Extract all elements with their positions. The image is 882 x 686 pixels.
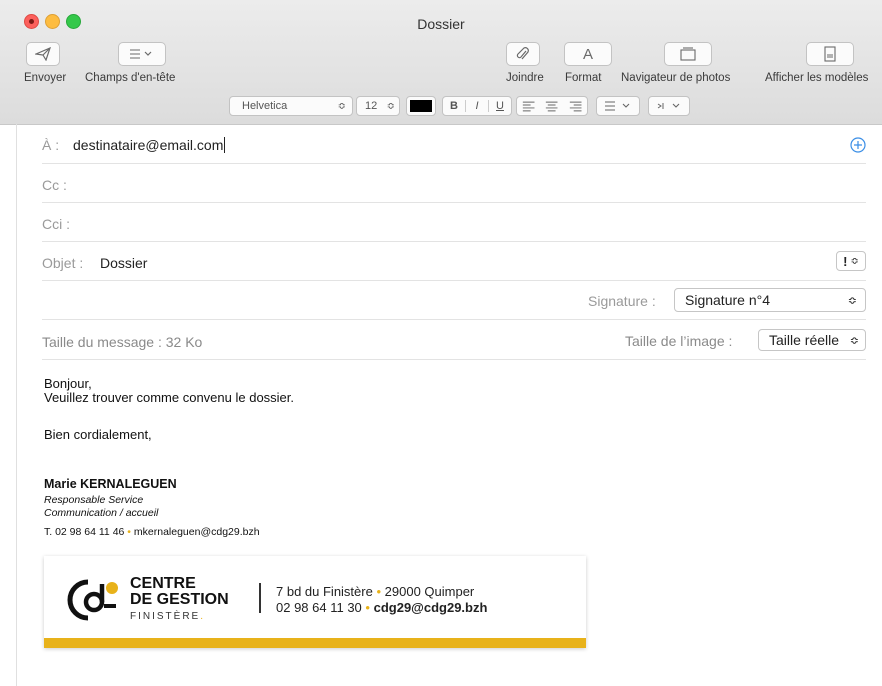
color-swatch — [410, 100, 432, 112]
photo-browser-label: Navigateur de photos — [621, 72, 731, 84]
font-size-select[interactable]: 12 ≎ — [356, 96, 400, 116]
message-size-label: Taille du message : 32 Ko — [42, 334, 203, 350]
body-line: Veuillez trouver comme convenu le dossie… — [44, 390, 295, 405]
cdg-logo-icon — [67, 579, 118, 621]
underline-button[interactable]: U — [488, 100, 511, 112]
alignment-group — [516, 96, 588, 116]
signature-row: Signature : Signature n°4 ≎ — [42, 281, 866, 320]
indent-select[interactable] — [648, 96, 690, 116]
signature-phone: T. 02 98 64 11 46 — [44, 526, 125, 538]
add-contact-icon[interactable] — [850, 137, 866, 153]
format-button[interactable]: A — [564, 42, 612, 66]
bullet-separator: • — [376, 584, 382, 599]
indent-icon — [657, 103, 680, 109]
signature-value: Signature n°4 — [685, 292, 770, 308]
subject-row: Objet : Dossier ! ≎ — [42, 242, 866, 281]
template-icon — [824, 46, 836, 62]
updown-icon: ≎ — [386, 100, 395, 112]
cc-field[interactable] — [82, 172, 866, 194]
signature-email[interactable]: mkernaleguen@cdg29.bzh — [134, 526, 260, 538]
cc-row: Cc : — [42, 164, 866, 203]
priority-value: ! — [843, 253, 848, 269]
signature-role-2: Communication / accueil — [44, 507, 159, 519]
bold-button[interactable]: B — [443, 100, 465, 112]
address-city: 29000 Quimper — [384, 584, 475, 599]
banner-divider — [259, 583, 261, 613]
banner-address: 7 bd du Finistère • 29000 Quimper — [276, 584, 474, 599]
format-a-icon: A — [582, 45, 593, 63]
signature-name: Marie KERNALEGUEN — [44, 477, 177, 491]
image-size-label: Taille de l’image : — [625, 333, 733, 349]
paperclip-icon — [516, 47, 529, 60]
attach-label: Joindre — [506, 72, 544, 84]
format-label: Format — [565, 72, 602, 84]
updown-icon: ≎ — [849, 334, 859, 347]
priority-select[interactable]: ! ≎ — [836, 251, 866, 271]
list-style-select[interactable] — [596, 96, 640, 116]
to-row: À : destinataire@email.com — [42, 125, 866, 164]
templates-label: Afficher les modèles — [765, 72, 869, 84]
updown-icon: ≎ — [337, 100, 346, 112]
send-button[interactable] — [26, 42, 60, 66]
attach-button[interactable] — [506, 42, 540, 66]
org-name-line1: CENTRE — [130, 575, 196, 592]
window-title: Dossier — [417, 16, 465, 32]
closing-line: Bien cordialement, — [44, 427, 152, 442]
list-chevron-icon — [130, 49, 152, 59]
bcc-field[interactable] — [82, 211, 866, 233]
greeting-line: Bonjour, — [44, 376, 92, 391]
align-left-icon[interactable] — [517, 100, 540, 112]
font-family-value: Helvetica — [242, 100, 288, 112]
header-fields-label: Champs d'en-tête — [85, 72, 176, 84]
send-label: Envoyer — [24, 72, 67, 84]
font-size-value: 12 — [365, 100, 378, 112]
banner-contact: 02 98 64 11 30 • cdg29@cdg29.bzh — [276, 600, 487, 615]
to-field[interactable]: destinataire@email.com — [73, 137, 226, 153]
org-region: FINISTÈRE — [130, 611, 201, 622]
list-icon — [605, 101, 630, 111]
banner-phone: 02 98 64 11 30 — [276, 600, 362, 615]
subject-field[interactable]: Dossier — [100, 255, 147, 271]
signature-role-1: Responsable Service — [44, 494, 144, 506]
banner-email[interactable]: cdg29@cdg29.bzh — [374, 600, 488, 615]
photo-browser-icon — [680, 47, 696, 61]
image-size-value: Taille réelle — [769, 332, 840, 348]
org-name-line2: DE GESTION — [130, 591, 229, 608]
align-center-icon[interactable] — [540, 100, 563, 112]
signature-select[interactable]: Signature n°4 ≎ — [674, 288, 866, 312]
size-row: Taille du message : 32 Ko Taille de l’im… — [42, 320, 866, 360]
templates-button[interactable] — [806, 42, 854, 66]
paper-plane-icon — [35, 47, 51, 61]
header-fields-button[interactable] — [118, 42, 166, 66]
bullet-separator: • — [365, 600, 370, 615]
titlebar: Dossier Envoyer Champs d'en-tête Joindre… — [0, 0, 882, 125]
signature-label: Signature : — [588, 293, 656, 309]
italic-button[interactable]: I — [465, 100, 488, 112]
style-buttons-group: B I U — [442, 96, 512, 116]
text-color-well[interactable] — [406, 96, 436, 116]
address-street: 7 bd du Finistère — [276, 584, 373, 599]
bcc-row: Cci : — [42, 203, 866, 242]
logo-dot: . — [200, 611, 206, 622]
align-right-icon[interactable] — [564, 100, 587, 112]
signature-banner: CENTRE DE GESTION FINISTÈRE. 7 bd du Fin… — [44, 556, 586, 648]
updown-icon: ≎ — [850, 255, 859, 267]
bcc-label: Cci : — [42, 216, 70, 232]
signature-contact: T. 02 98 64 11 46 • mkernaleguen@cdg29.b… — [44, 526, 260, 538]
banner-accent-bar — [44, 638, 586, 648]
photo-browser-button[interactable] — [664, 42, 712, 66]
image-size-select[interactable]: Taille réelle ≎ — [758, 329, 866, 351]
font-family-select[interactable]: Helvetica ≎ — [229, 96, 353, 116]
updown-icon: ≎ — [847, 294, 857, 307]
mail-compose-window: Dossier Envoyer Champs d'en-tête Joindre… — [0, 0, 882, 686]
to-label: À : — [42, 137, 60, 153]
subject-label: Objet : — [42, 255, 84, 271]
org-name-line3: FINISTÈRE. — [130, 611, 205, 622]
bullet-separator: • — [127, 526, 131, 538]
cc-label: Cc : — [42, 177, 67, 193]
